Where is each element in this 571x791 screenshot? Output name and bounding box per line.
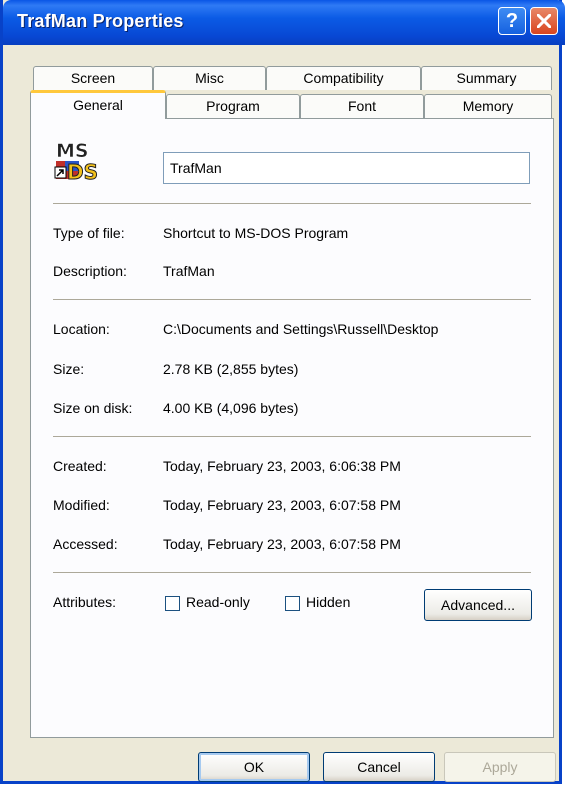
description-label: Description: xyxy=(53,263,127,279)
tab-compatibility[interactable]: Compatibility xyxy=(266,66,421,90)
window-title: TrafMan Properties xyxy=(17,11,184,31)
accessed-value: Today, February 23, 2003, 6:07:58 PM xyxy=(163,536,401,552)
separator xyxy=(53,203,531,204)
tab-label: Misc xyxy=(195,70,224,86)
ok-button[interactable]: OK xyxy=(198,752,310,782)
attributes-label: Attributes: xyxy=(53,594,117,610)
shortcut-name-input[interactable] xyxy=(163,152,530,184)
accessed-label: Accessed: xyxy=(53,536,118,552)
created-value: Today, February 23, 2003, 6:06:38 PM xyxy=(163,458,401,474)
tab-label: Program xyxy=(206,98,260,114)
help-button[interactable]: ? xyxy=(498,7,526,35)
tab-general[interactable]: General xyxy=(30,90,166,119)
tab-screen[interactable]: Screen xyxy=(33,66,153,90)
tab-label: Compatibility xyxy=(303,70,384,86)
separator xyxy=(53,299,531,300)
type-of-file-label: Type of file: xyxy=(53,225,125,241)
location-label: Location: xyxy=(53,321,110,337)
location-value: C:\Documents and Settings\Russell\Deskto… xyxy=(163,321,439,337)
tab-font[interactable]: Font xyxy=(300,94,424,118)
tab-memory[interactable]: Memory xyxy=(424,94,552,118)
properties-window: TrafMan Properties ? Screen Misc Compati… xyxy=(0,0,565,784)
tab-misc[interactable]: Misc xyxy=(153,66,266,90)
svg-text:MS: MS xyxy=(56,140,89,162)
title-bar[interactable]: TrafMan Properties ? xyxy=(3,0,565,45)
tab-summary[interactable]: Summary xyxy=(421,66,552,90)
tab-label: General xyxy=(73,97,123,113)
size-on-disk-value: 4.00 KB (4,096 bytes) xyxy=(163,400,299,416)
size-value: 2.78 KB (2,855 bytes) xyxy=(163,361,299,377)
general-tab-panel: MS DS Type of file: Shortcut to MS-DOS P… xyxy=(30,118,554,738)
cancel-button[interactable]: Cancel xyxy=(323,752,435,782)
ms-dos-icon: MS DS xyxy=(54,140,99,183)
close-icon xyxy=(537,14,551,28)
separator xyxy=(53,572,531,573)
modified-value: Today, February 23, 2003, 6:07:58 PM xyxy=(163,497,401,513)
advanced-button[interactable]: Advanced... xyxy=(424,589,532,621)
hidden-checkbox[interactable] xyxy=(285,596,300,611)
description-value: TrafMan xyxy=(163,263,215,279)
created-label: Created: xyxy=(53,458,107,474)
question-mark-icon: ? xyxy=(505,10,519,32)
size-label: Size: xyxy=(53,361,85,377)
tab-label: Font xyxy=(347,98,376,114)
tab-label: Screen xyxy=(70,70,116,86)
tab-label: Memory xyxy=(462,98,514,114)
tab-program[interactable]: Program xyxy=(166,94,300,118)
modified-label: Modified: xyxy=(53,497,110,513)
tab-label: Summary xyxy=(456,70,517,86)
hidden-label[interactable]: Hidden xyxy=(306,594,350,610)
read-only-checkbox[interactable] xyxy=(165,596,180,611)
read-only-label[interactable]: Read-only xyxy=(186,594,250,610)
type-of-file-value: Shortcut to MS-DOS Program xyxy=(163,225,349,241)
close-button[interactable] xyxy=(530,7,558,35)
size-on-disk-label: Size on disk: xyxy=(53,400,133,416)
svg-text:DS: DS xyxy=(67,160,98,183)
apply-button[interactable]: Apply xyxy=(444,752,556,782)
separator xyxy=(53,436,531,437)
